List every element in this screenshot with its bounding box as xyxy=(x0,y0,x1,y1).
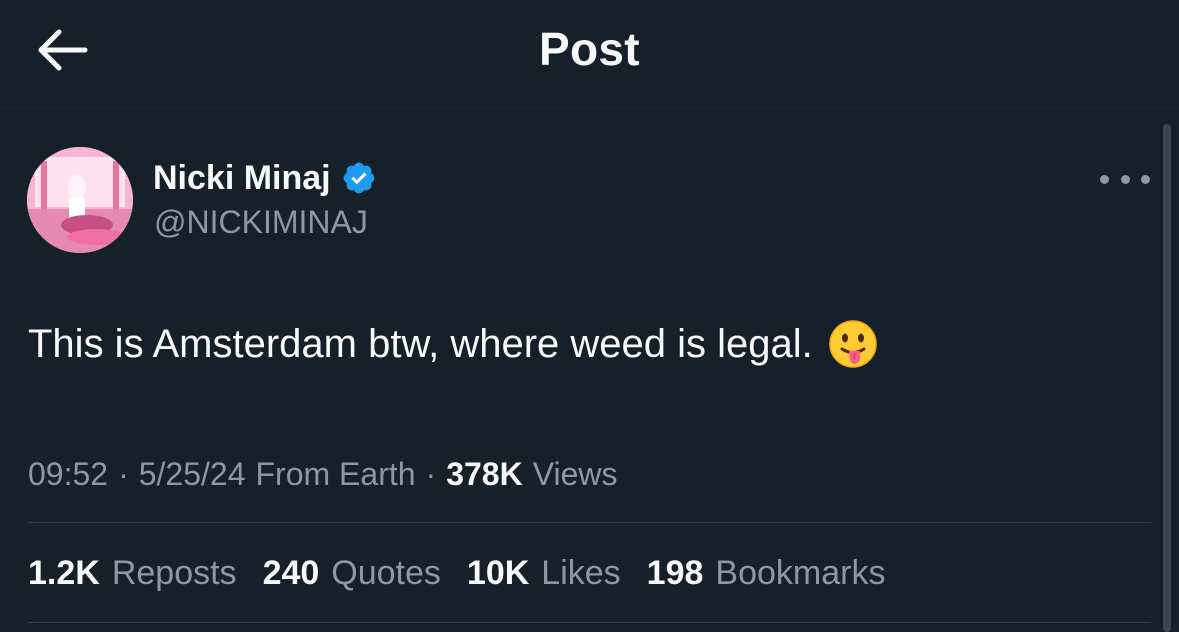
more-options-icon xyxy=(1141,174,1150,184)
more-options-icon xyxy=(1100,174,1109,184)
quotes-stat[interactable]: 240 Quotes xyxy=(263,554,441,593)
likes-count: 10K xyxy=(466,553,530,592)
author-handle[interactable]: @NICKIMINAJ xyxy=(154,204,368,241)
tweet-text: This is Amsterdam btw, where weed is leg… xyxy=(28,318,1128,370)
tweet-body: This is Amsterdam btw, where weed is leg… xyxy=(28,322,813,366)
author-name[interactable]: Nicki Minaj xyxy=(153,159,331,198)
face-with-tongue-icon xyxy=(829,320,877,368)
quotes-count: 240 xyxy=(262,553,320,592)
likes-label: Likes xyxy=(541,553,621,592)
post-meta: 09:52 · 5/25/24 From Earth · 378K Views xyxy=(28,452,617,496)
quotes-label: Quotes xyxy=(331,553,441,592)
author-name-row: Nicki Minaj xyxy=(153,156,377,200)
more-options-icon xyxy=(1120,174,1130,184)
divider xyxy=(28,622,1151,623)
engagement-stats: 1.2K Reposts 240 Quotes 10K Likes 198 Bo… xyxy=(28,550,911,596)
verified-badge-icon xyxy=(343,162,374,194)
post-page: Post Nicki Minaj @NICKIMINAJ This is Ams… xyxy=(0,0,1179,632)
meta-separator: · xyxy=(425,455,437,492)
page-title: Post xyxy=(539,23,640,75)
divider xyxy=(28,522,1151,523)
post-time[interactable]: 09:52 xyxy=(28,456,108,493)
top-bar: Post xyxy=(0,0,1179,108)
views-label: Views xyxy=(532,455,618,492)
meta-separator: · xyxy=(118,455,129,492)
bookmarks-count: 198 xyxy=(646,553,704,592)
post-date[interactable]: 5/25/24 xyxy=(139,456,246,493)
more-options-button[interactable] xyxy=(1100,164,1150,194)
reposts-stat[interactable]: 1.2K Reposts xyxy=(28,554,237,593)
bookmarks-stat[interactable]: 198 Bookmarks xyxy=(647,554,886,593)
scrollbar[interactable] xyxy=(1163,124,1171,632)
reposts-count: 1.2K xyxy=(28,553,100,592)
reposts-label: Reposts xyxy=(111,553,237,592)
views-count: 378K xyxy=(446,455,523,492)
avatar[interactable] xyxy=(27,147,133,253)
post-source: From Earth xyxy=(255,455,416,492)
bookmarks-label: Bookmarks xyxy=(715,553,886,592)
likes-stat[interactable]: 10K Likes xyxy=(467,554,621,593)
